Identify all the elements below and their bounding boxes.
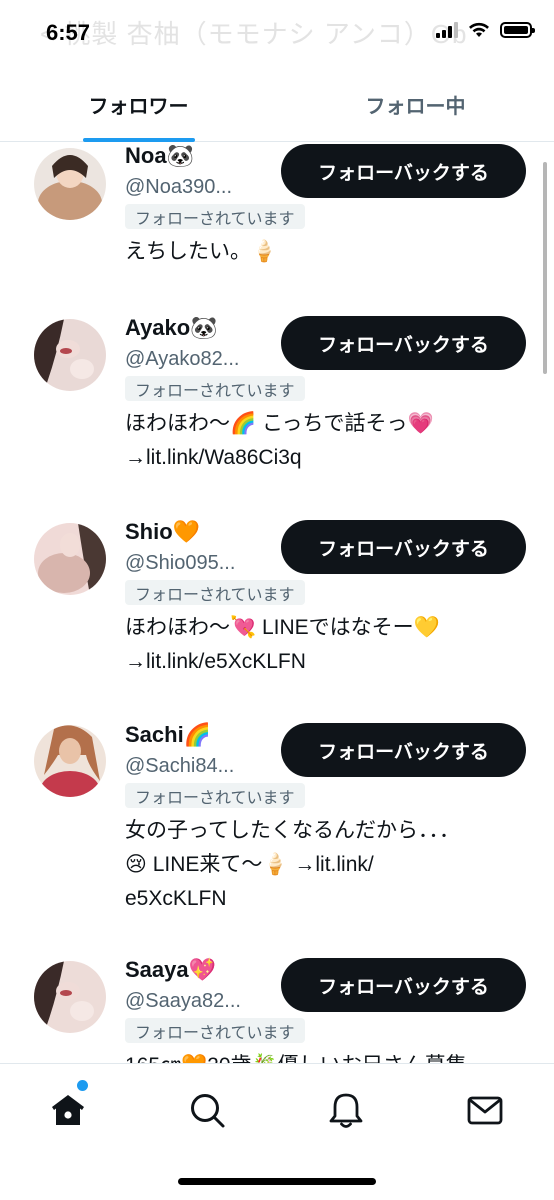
avatar[interactable] xyxy=(34,319,106,391)
bio-line: 女の子ってしたくなるんだから．．． xyxy=(125,819,460,842)
scrollbar[interactable] xyxy=(543,162,547,374)
avatar[interactable] xyxy=(34,523,106,595)
bio-link[interactable]: →lit.link/Wa86Ci3q xyxy=(125,441,505,475)
user-handle: @Ayako82... xyxy=(125,348,240,370)
follows-you-badge: フォローされています xyxy=(125,1018,305,1043)
tab-label: フォロー中 xyxy=(365,96,466,118)
follows-you-badge: フォローされています xyxy=(125,376,305,401)
user-name[interactable]: Sachi🌈 xyxy=(125,722,211,748)
avatar[interactable] xyxy=(34,725,106,797)
follow-back-button[interactable]: フォローバックする xyxy=(281,520,526,574)
follows-you-badge: フォローされています xyxy=(125,204,305,229)
follower-list[interactable]: Noa🐼 @Noa390... フォローされています えちしたい。🍦 フォローバ… xyxy=(0,143,554,1063)
bio-line: えちしたい。🍦 xyxy=(125,240,278,263)
tab-followers[interactable]: フォロワー xyxy=(0,68,277,142)
user-bio: ほわほわ〜🌈 こっちで話そっ💗 →lit.link/Wa86Ci3q xyxy=(125,407,505,475)
follows-you-badge: フォローされています xyxy=(125,783,305,808)
user-bio: ほわほわ〜💘 LINEではなそー💛 →lit.link/e5XcKLFN xyxy=(125,611,505,679)
bio-line: ほわほわ〜💘 LINEではなそー💛 xyxy=(125,616,440,639)
follow-back-button[interactable]: フォローバックする xyxy=(281,723,526,777)
tab-label: フォロワー xyxy=(88,96,189,118)
tab-bar: フォロワー フォロー中 xyxy=(0,68,554,142)
search-icon[interactable] xyxy=(187,1090,227,1130)
follows-you-badge: フォローされています xyxy=(125,580,305,605)
avatar[interactable] xyxy=(34,148,106,220)
bio-link[interactable]: e5XcKLFN xyxy=(125,882,505,916)
user-handle: @Sachi84... xyxy=(125,755,235,777)
bio-line[interactable]: 😢 LINE来て〜🍦 →lit.link/ xyxy=(125,848,505,882)
follow-back-button[interactable]: フォローバックする xyxy=(281,958,526,1012)
user-bio: 165㎝🧡20歳🎋優しいお兄さん募集 xyxy=(125,1049,505,1063)
home-icon[interactable] xyxy=(48,1090,88,1130)
tab-following[interactable]: フォロー中 xyxy=(277,68,554,141)
user-name[interactable]: Noa🐼 xyxy=(125,143,194,169)
status-icons xyxy=(436,22,535,38)
user-bio: えちしたい。🍦 xyxy=(125,235,505,269)
user-name[interactable]: Shio🧡 xyxy=(125,519,200,545)
follow-back-button[interactable]: フォローバックする xyxy=(281,144,526,198)
bio-link[interactable]: →lit.link/e5XcKLFN xyxy=(125,645,505,679)
status-time: 6:57 xyxy=(46,20,91,45)
avatar[interactable] xyxy=(34,961,106,1033)
mail-icon[interactable] xyxy=(465,1090,505,1130)
bio-line: ほわほわ〜🌈 こっちで話そっ💗 xyxy=(125,412,434,435)
home-indicator[interactable] xyxy=(178,1178,376,1185)
bell-icon[interactable] xyxy=(326,1090,366,1130)
user-handle: @Saaya82... xyxy=(125,990,241,1012)
bio-line: 165㎝🧡20歳🎋優しいお兄さん募集 xyxy=(125,1049,505,1063)
follow-back-button[interactable]: フォローバックする xyxy=(281,316,526,370)
user-handle: @Shio095... xyxy=(125,552,236,574)
battery-icon xyxy=(500,22,535,38)
cellular-signal-icon xyxy=(436,22,458,38)
background-title: < 桃製 杏柚（モモナシ アンコ）Ob xyxy=(40,19,468,49)
user-name[interactable]: Saaya💖 xyxy=(125,957,216,983)
wifi-icon xyxy=(469,22,489,37)
user-name[interactable]: Ayako🐼 xyxy=(125,315,218,341)
active-tab-indicator xyxy=(82,138,195,142)
notification-dot xyxy=(77,1080,88,1091)
user-bio: 女の子ってしたくなるんだから．．． 😢 LINE来て〜🍦 →lit.link/ … xyxy=(125,814,505,916)
status-bar: < 桃製 杏柚（モモナシ アンコ）Ob 6:57 xyxy=(0,0,554,68)
user-handle: @Noa390... xyxy=(125,176,233,198)
